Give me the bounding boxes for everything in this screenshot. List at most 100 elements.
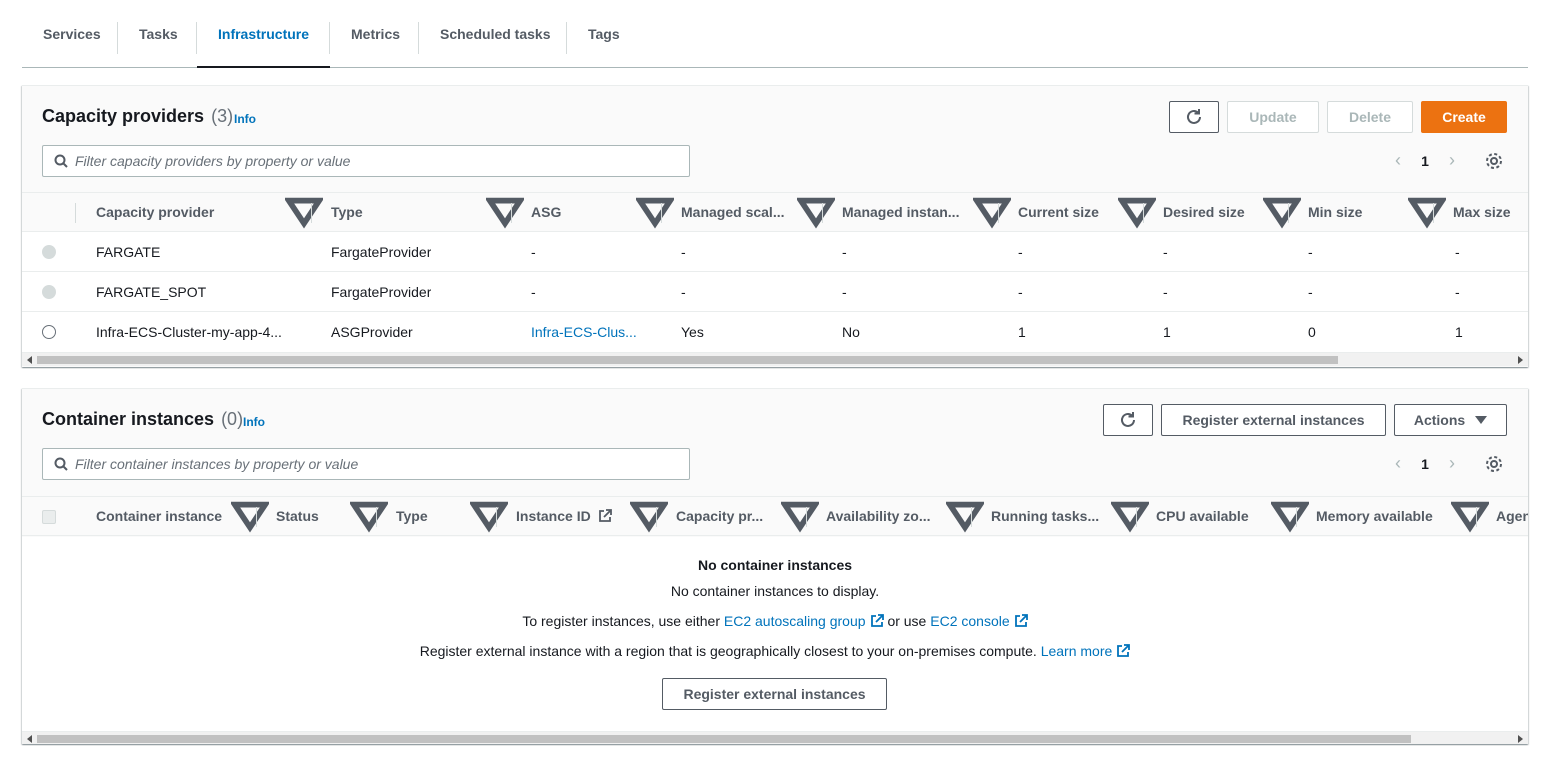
column-label: Agen (1496, 508, 1528, 524)
cell-asg: - (531, 284, 536, 300)
sort-icon[interactable] (486, 193, 524, 231)
page-number[interactable]: 1 (1408, 153, 1442, 169)
refresh-button[interactable] (1169, 101, 1219, 133)
column-instance-id[interactable]: Instance ID (516, 497, 612, 535)
hint-text: or use (887, 613, 927, 629)
page-number[interactable]: 1 (1408, 456, 1442, 472)
table-row[interactable]: FARGATE FargateProvider - - - - - - - (22, 232, 1528, 272)
sort-icon[interactable] (636, 193, 674, 231)
column-memory-available[interactable]: Memory available (1316, 497, 1433, 535)
instances-filter (42, 448, 690, 480)
tab-services[interactable]: Services (22, 0, 122, 67)
table-row[interactable]: Infra-ECS-Cluster-my-app-4... ASGProvide… (22, 312, 1528, 352)
sort-icon[interactable] (285, 193, 323, 231)
column-availability-zone[interactable]: Availability zo... (826, 497, 931, 535)
column-managed-instance[interactable]: Managed instan... (842, 193, 959, 231)
column-max-size[interactable]: Max size (1453, 193, 1511, 231)
sort-icon[interactable] (1111, 497, 1149, 535)
scroll-right-arrow-icon[interactable] (1518, 735, 1523, 743)
cell-asg-link[interactable]: Infra-ECS-Clus... (531, 312, 651, 352)
panel-title-text: Capacity providers (42, 106, 205, 126)
column-current-size[interactable]: Current size (1018, 193, 1099, 231)
capacity-filter-input[interactable] (75, 146, 675, 176)
tab-bar: Services Tasks Infrastructure Metrics Sc… (22, 0, 1528, 68)
column-min-size[interactable]: Min size (1308, 193, 1362, 231)
sort-icon[interactable] (470, 497, 508, 535)
tab-metrics[interactable]: Metrics (330, 0, 421, 67)
capacity-table-header: Capacity provider Type ASG Managed scal.… (22, 192, 1528, 232)
gear-icon[interactable] (1485, 152, 1503, 170)
cell-max-size: 1 (1455, 324, 1463, 340)
actions-dropdown[interactable]: Actions (1394, 404, 1507, 436)
column-label: Running tasks... (991, 508, 1100, 524)
update-button[interactable]: Update (1227, 101, 1319, 133)
sort-icon[interactable] (1271, 497, 1309, 535)
cell-type: FargateProvider (331, 284, 432, 300)
sort-icon[interactable] (231, 497, 269, 535)
table-row[interactable]: FARGATE_SPOT FargateProvider - - - - - -… (22, 272, 1528, 312)
sort-icon[interactable] (1451, 497, 1489, 535)
sort-icon[interactable] (630, 497, 668, 535)
scrollbar-thumb[interactable] (37, 735, 1411, 743)
scroll-left-arrow-icon[interactable] (27, 735, 32, 743)
register-external-instances-empty-button[interactable]: Register external instances (662, 678, 887, 710)
column-divider (1476, 507, 1477, 527)
instances-filter-input[interactable] (75, 449, 675, 479)
tab-scheduled-tasks[interactable]: Scheduled tasks (419, 0, 572, 67)
horizontal-scrollbar[interactable] (22, 731, 1528, 744)
cell-type: ASGProvider (331, 324, 413, 340)
column-type[interactable]: Type (331, 193, 363, 231)
tab-infrastructure[interactable]: Infrastructure (197, 0, 331, 68)
chevron-right-icon[interactable]: › (1442, 150, 1462, 171)
column-divider (1288, 203, 1289, 223)
sort-icon[interactable] (1118, 193, 1156, 231)
column-divider (496, 507, 497, 527)
container-instances-panel: Container instances (0) Info Register ex… (22, 388, 1528, 744)
row-radio[interactable] (42, 325, 56, 339)
column-type[interactable]: Type (396, 497, 428, 535)
column-desired-size[interactable]: Desired size (1163, 193, 1245, 231)
horizontal-scrollbar[interactable] (22, 352, 1528, 366)
column-divider (822, 203, 823, 223)
chevron-left-icon[interactable]: ‹ (1388, 453, 1408, 474)
delete-button[interactable]: Delete (1327, 101, 1413, 133)
sort-icon[interactable] (1408, 193, 1446, 231)
column-agent[interactable]: Agen (1496, 497, 1528, 535)
tab-tags[interactable]: Tags (567, 0, 641, 67)
info-link[interactable]: Info (243, 415, 265, 429)
cell-current-size: 1 (1018, 324, 1026, 340)
create-button[interactable]: Create (1421, 101, 1507, 133)
instances-empty-state: No container instances No container inst… (22, 537, 1528, 731)
chevron-right-icon[interactable]: › (1442, 453, 1462, 474)
empty-register-hint: To register instances, use either EC2 au… (22, 613, 1528, 629)
learn-more-link[interactable]: Learn more (1041, 643, 1131, 659)
sort-icon[interactable] (350, 497, 388, 535)
column-running-tasks[interactable]: Running tasks... (991, 497, 1099, 535)
column-asg[interactable]: ASG (531, 193, 561, 231)
column-cpu-available[interactable]: CPU available (1156, 497, 1249, 535)
column-label: Type (396, 508, 428, 524)
column-managed-scaling[interactable]: Managed scal... (681, 193, 784, 231)
sort-icon[interactable] (797, 193, 835, 231)
column-capacity-provider[interactable]: Capacity provider (96, 193, 214, 231)
scroll-right-arrow-icon[interactable] (1518, 356, 1523, 364)
refresh-button[interactable] (1103, 404, 1153, 436)
chevron-left-icon[interactable]: ‹ (1388, 150, 1408, 171)
column-divider (806, 507, 807, 527)
scrollbar-thumb[interactable] (37, 356, 1338, 364)
column-capacity-provider[interactable]: Capacity pr... (676, 497, 763, 535)
column-container-instance[interactable]: Container instance (96, 497, 222, 535)
tab-tasks[interactable]: Tasks (118, 0, 199, 67)
sort-icon[interactable] (1263, 193, 1301, 231)
select-all-checkbox[interactable] (42, 510, 56, 524)
sort-icon[interactable] (781, 497, 819, 535)
info-link[interactable]: Info (234, 112, 256, 126)
gear-icon[interactable] (1485, 455, 1503, 473)
sort-icon[interactable] (946, 497, 984, 535)
sort-icon[interactable] (973, 193, 1011, 231)
register-external-instances-button[interactable]: Register external instances (1161, 404, 1386, 436)
ec2-autoscaling-group-link[interactable]: EC2 autoscaling group (724, 613, 884, 629)
column-status[interactable]: Status (276, 497, 319, 535)
ec2-console-link[interactable]: EC2 console (930, 613, 1028, 629)
scroll-left-arrow-icon[interactable] (27, 356, 32, 364)
